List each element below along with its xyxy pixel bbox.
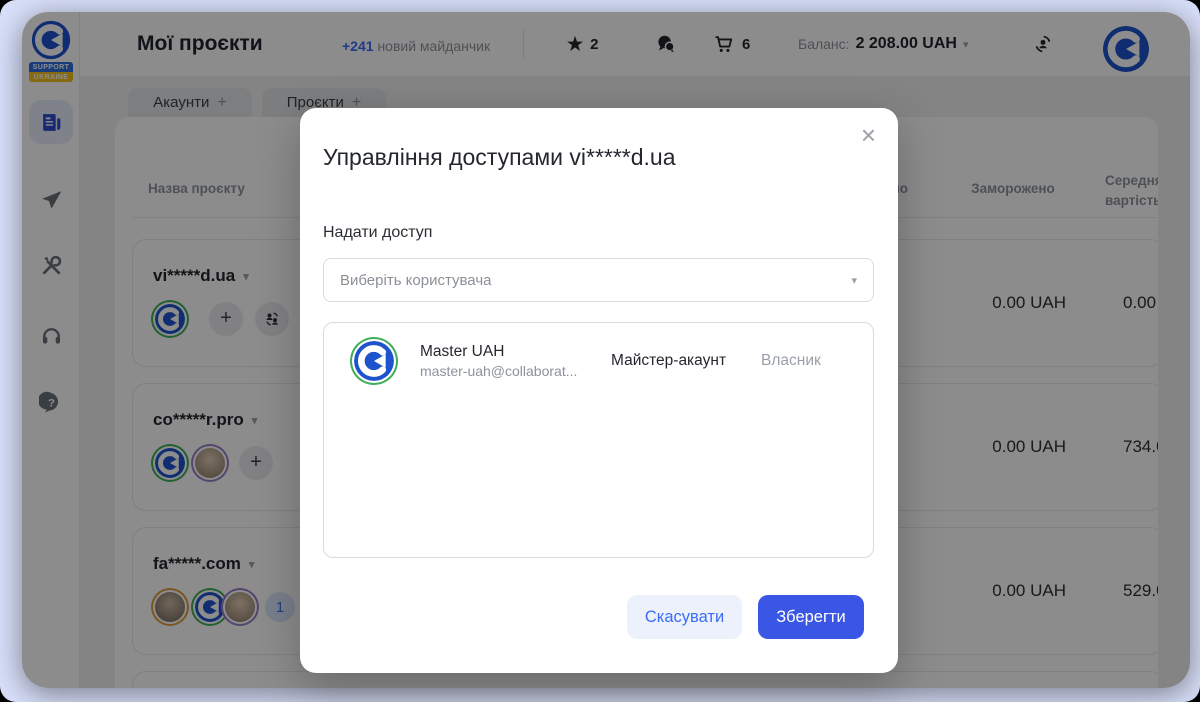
close-icon[interactable]: × [857,118,880,152]
access-management-modal: × Управління доступами vi*****d.ua Надат… [300,108,898,673]
cancel-button[interactable]: Скасувати [627,595,742,639]
access-list-item: Master UAH master-uah@collaborat... Майс… [324,323,873,383]
user-email: master-uah@collaborat... [420,363,611,379]
account-role: Власник [761,352,821,370]
user-select-placeholder: Виберіть користувача [340,272,851,289]
page-frame: SUPPORT UKRAINE ? Мої проєкти +241 новий… [0,0,1200,702]
access-list-panel: Master UAH master-uah@collaborat... Майс… [323,322,874,558]
avatar [352,339,396,383]
user-name-block: Master UAH master-uah@collaborat... [420,343,611,379]
save-button[interactable]: Зберегти [758,595,864,639]
modal-actions: Скасувати Зберегти [627,595,864,639]
user-select[interactable]: Виберіть користувача ▾ [323,258,874,302]
grant-access-label: Надати доступ [323,224,432,242]
collaborator-logo-icon [354,341,394,381]
chevron-down-icon: ▾ [851,274,857,287]
modal-title: Управління доступами vi*****d.ua [323,144,676,171]
user-name: Master UAH [420,343,611,361]
account-type: Майстер-акаунт [611,352,761,370]
